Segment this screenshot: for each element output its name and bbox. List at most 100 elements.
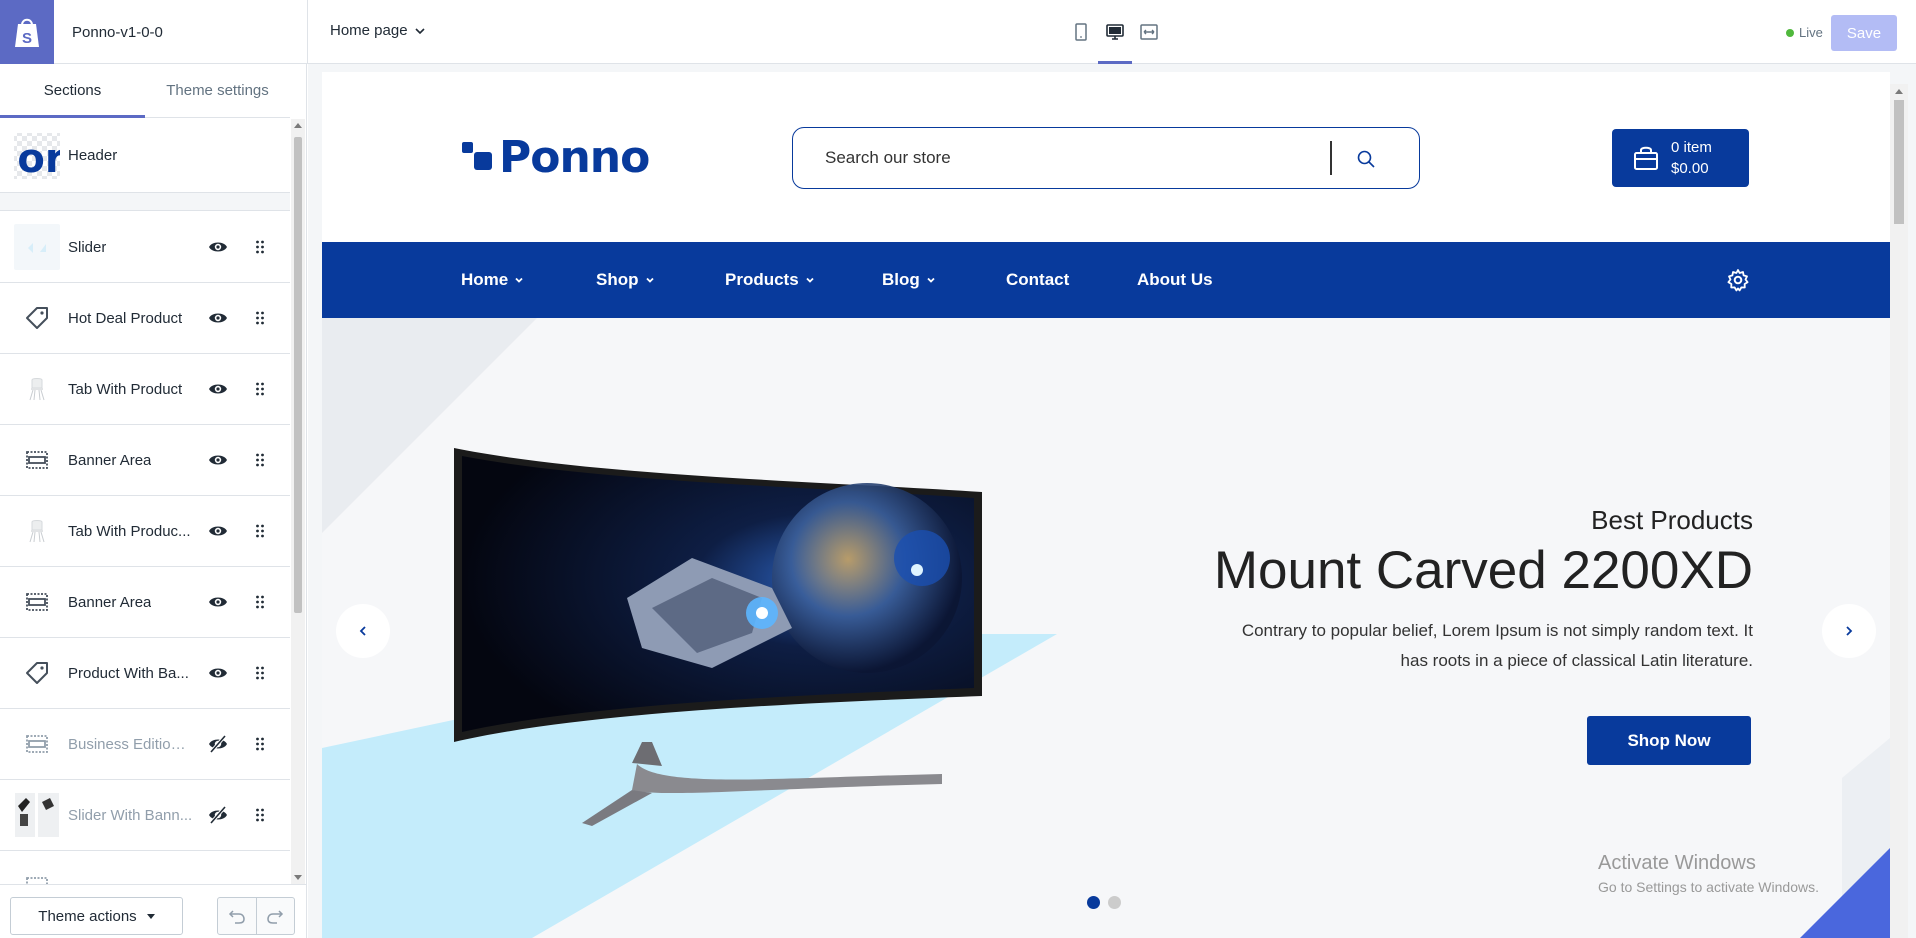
section-slider[interactable]: Slider — [0, 212, 290, 283]
nav-item-shop[interactable]: Shop — [596, 242, 655, 318]
nav-item-label: Contact — [1006, 270, 1070, 289]
section-label: Business Edition ... — [68, 735, 193, 753]
drag-handle-icon[interactable] — [252, 733, 268, 755]
section-slider-with-banner[interactable]: Slider With Bann... — [0, 780, 290, 851]
page-selector[interactable]: Home page — [330, 22, 426, 39]
drag-handle-icon[interactable] — [252, 449, 268, 471]
section-banner-area[interactable]: Banner Area — [0, 425, 290, 496]
undo-button[interactable] — [218, 898, 256, 934]
search-button[interactable] — [1353, 146, 1379, 172]
eye-hidden-icon[interactable] — [207, 804, 229, 826]
nav-item-products[interactable]: Products — [725, 242, 815, 318]
section-label: Tab With Produc... — [68, 522, 191, 540]
section-tab-with-product-2[interactable]: Tab With Produc... — [0, 496, 290, 567]
section-partial[interactable] — [0, 851, 290, 884]
eye-icon[interactable] — [207, 236, 229, 258]
section-label: Tab With Product — [68, 380, 183, 398]
store-nav: Home Shop Products Blog Contact About Us — [322, 242, 1890, 318]
desktop-view-button[interactable] — [1098, 0, 1132, 64]
section-business-edition[interactable]: Business Edition ... — [0, 709, 290, 780]
preview-scrollbar[interactable] — [1890, 84, 1908, 938]
sidebar-footer: Theme actions — [0, 884, 306, 938]
eye-hidden-icon[interactable] — [207, 733, 229, 755]
chevron-down-icon — [515, 277, 523, 283]
store-preview: Ponno 0 item $0.00 Home Shop — [322, 72, 1890, 938]
viewport-toggles — [1064, 0, 1166, 64]
theme-editor: S Ponno-v1-0-0 Home page Live Save Secti… — [0, 0, 1916, 938]
redo-button[interactable] — [255, 898, 295, 934]
scroll-down-arrow-icon[interactable] — [294, 875, 302, 880]
section-label: Slider — [68, 238, 107, 256]
section-label: Product With Ba... — [68, 664, 189, 682]
header-thumbnail: or — [14, 133, 60, 179]
curved-monitor-image — [454, 448, 982, 826]
sidebar-scrollbar[interactable] — [291, 119, 305, 884]
section-tab-with-product[interactable]: Tab With Product — [0, 354, 290, 425]
section-label: Banner Area — [68, 593, 152, 611]
scrollbar-thumb[interactable] — [1894, 100, 1904, 224]
slider-banner-thumb-icon — [14, 792, 60, 838]
scroll-up-arrow-icon[interactable] — [1895, 89, 1903, 94]
shopify-logo[interactable]: S — [0, 0, 54, 64]
store-logo[interactable]: Ponno — [461, 132, 650, 183]
shopping-bag-icon: S — [15, 18, 39, 47]
header-thumbnail-text: or — [17, 136, 60, 179]
eye-icon[interactable] — [207, 378, 229, 400]
drag-handle-icon[interactable] — [252, 804, 268, 826]
scroll-up-arrow-icon[interactable] — [294, 123, 302, 128]
store-search-input[interactable] — [825, 143, 1295, 173]
eye-icon[interactable] — [207, 662, 229, 684]
theme-actions-button[interactable]: Theme actions — [10, 897, 183, 935]
drag-handle-icon[interactable] — [252, 236, 268, 258]
divider — [307, 0, 308, 64]
cart-count: 0 item — [1671, 139, 1712, 156]
drag-handle-icon[interactable] — [252, 662, 268, 684]
svg-text:S: S — [22, 30, 32, 47]
slider-next-button[interactable] — [1822, 604, 1876, 658]
slider-prev-button[interactable] — [336, 604, 390, 658]
search-icon — [1357, 150, 1375, 168]
shopping-bag-icon — [1634, 146, 1658, 170]
eye-icon[interactable] — [207, 449, 229, 471]
eye-icon[interactable] — [207, 520, 229, 542]
drag-handle-icon[interactable] — [252, 307, 268, 329]
cart-total: $0.00 — [1671, 160, 1709, 177]
nav-item-contact[interactable]: Contact — [1006, 242, 1069, 318]
cart-button[interactable]: 0 item $0.00 — [1612, 129, 1749, 187]
drag-handle-icon[interactable] — [252, 520, 268, 542]
caret-down-icon — [146, 913, 155, 919]
tab-sections[interactable]: Sections — [0, 64, 145, 118]
chevron-down-icon — [414, 27, 425, 34]
nav-item-label: Home — [461, 270, 509, 289]
slider-thumb-icon — [14, 224, 60, 270]
page-selector-label: Home page — [330, 22, 408, 39]
mobile-view-button[interactable] — [1064, 0, 1098, 64]
section-header[interactable]: or Header — [0, 119, 290, 193]
save-button[interactable]: Save — [1831, 15, 1897, 51]
desktop-icon — [1106, 24, 1124, 40]
store-search — [792, 127, 1420, 189]
tab-theme-settings[interactable]: Theme settings — [145, 64, 290, 117]
nav-item-home[interactable]: Home — [461, 242, 524, 318]
watermark-title: Activate Windows — [1598, 852, 1756, 874]
section-hot-deal-product[interactable]: Hot Deal Product — [0, 283, 290, 354]
scrollbar-thumb[interactable] — [294, 137, 302, 613]
nav-item-label: Products — [725, 270, 799, 289]
hero-title: Mount Carved 2200XD — [1213, 541, 1753, 600]
drag-handle-icon[interactable] — [252, 378, 268, 400]
slider-dot-1[interactable] — [1087, 896, 1100, 909]
gear-icon[interactable] — [1726, 268, 1750, 292]
slider-dot-2[interactable] — [1108, 896, 1121, 909]
shop-now-button[interactable]: Shop Now — [1587, 716, 1751, 765]
eye-icon[interactable] — [207, 307, 229, 329]
nav-item-about-us[interactable]: About Us — [1137, 242, 1213, 318]
section-label: Header — [68, 147, 118, 164]
theme-name: Ponno-v1-0-0 — [72, 24, 163, 41]
nav-item-blog[interactable]: Blog — [882, 242, 936, 318]
drag-handle-icon[interactable] — [252, 591, 268, 613]
fullscreen-view-button[interactable] — [1132, 0, 1166, 64]
section-product-with-banner[interactable]: Product With Ba... — [0, 638, 290, 709]
section-banner-area-2[interactable]: Banner Area — [0, 567, 290, 638]
eye-icon[interactable] — [207, 591, 229, 613]
top-bar: S Ponno-v1-0-0 Home page Live Save — [0, 0, 1916, 64]
